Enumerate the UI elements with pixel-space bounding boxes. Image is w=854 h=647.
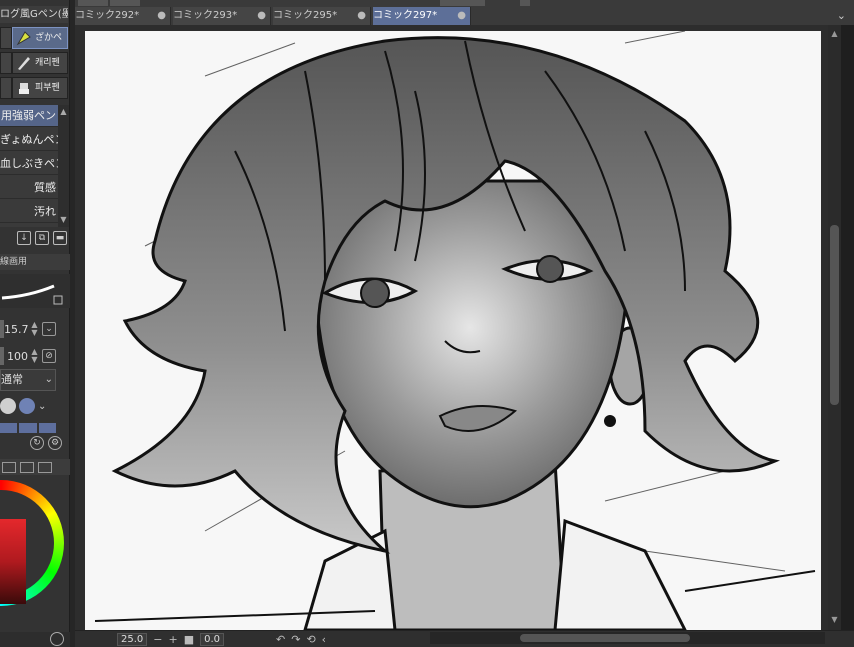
reset-icon[interactable]: ↻ (30, 436, 44, 450)
pen-icon (15, 54, 33, 72)
antialias-level-bar[interactable] (0, 423, 56, 433)
tab-label: コミック292* (75, 10, 140, 21)
tool-label: 피부펜 (35, 83, 60, 93)
document-tabs: コミック292* ● コミック293* ● コミック295* ● コミック297… (75, 7, 854, 25)
zoom-field[interactable]: 25.0 (117, 632, 148, 646)
subtool-scrollbar[interactable]: ▲ ▼ (58, 105, 69, 227)
opacity-dynamics-icon[interactable]: ⊘ (42, 349, 56, 363)
tab-comic297[interactable]: コミック297* ● (373, 7, 471, 25)
saturation-square[interactable] (0, 519, 26, 604)
opacity-row: 100 ▲ ▼ ⊘ (0, 346, 70, 366)
close-dot-icon[interactable]: ● (357, 7, 366, 25)
chevron-down-icon: ⌄ (44, 374, 53, 385)
artwork-illustration (94, 31, 816, 630)
tab-comic292[interactable]: コミック292* ● (75, 7, 171, 25)
subtool-list: 用強弱ペン ぎょぬんペン 血しぶきペン 質感 汚れ (0, 105, 58, 227)
toolbar-segment (440, 0, 485, 6)
reset-rotation-icon[interactable]: ⟲ (306, 633, 315, 646)
import-icon[interactable]: ↓ (17, 231, 31, 245)
zoom-out-button[interactable]: − (153, 633, 162, 646)
color-tab-icon[interactable] (2, 461, 16, 473)
drawing-canvas[interactable] (85, 31, 821, 630)
tool-button-left[interactable] (0, 77, 12, 99)
antialias-option-icon[interactable] (19, 398, 35, 414)
stop-button[interactable]: ■ (184, 633, 194, 646)
panel-footer (0, 632, 70, 647)
zoom-in-button[interactable]: + (168, 633, 177, 646)
tool-button-zakape[interactable]: ざかペ (12, 27, 68, 49)
chevron-down-icon[interactable]: ⌄ (38, 401, 46, 412)
blend-mode-select[interactable]: 通常 ⌄ (0, 369, 56, 391)
color-tab-icon[interactable] (20, 461, 34, 473)
subtool-item[interactable]: 質感 (0, 177, 58, 199)
rotate-right-icon[interactable]: ↷ (291, 633, 300, 646)
scroll-down-icon[interactable]: ▼ (59, 215, 68, 224)
app-window: ログ風Gペン(墨かす ざかペ 캐리펜 피부펜 用強弱ペン ぎょぬんペン 血しぶき… (0, 0, 854, 647)
tool-panel-title: ログ風Gペン(墨かす (0, 6, 68, 23)
tool-button-caripen[interactable]: 캐리펜 (12, 52, 68, 74)
subtool-item[interactable]: 汚れ (0, 201, 58, 223)
toolbar-segment (520, 0, 530, 6)
tab-label: コミック297* (373, 10, 438, 21)
brush-icon (15, 79, 33, 97)
tab-label: コミック295* (273, 10, 338, 21)
right-panel-edge (841, 25, 854, 630)
tab-comic293[interactable]: コミック293* ● (173, 7, 271, 25)
close-dot-icon[interactable]: ● (457, 7, 466, 25)
tool-label: ざかペ (35, 33, 63, 43)
color-panel-tabs (0, 459, 70, 475)
gear-icon[interactable] (50, 632, 64, 646)
blend-mode-value: 通常 (1, 373, 23, 386)
antialias-row: ⌄ (0, 394, 56, 418)
panel-settings: ↻ ⚙ (30, 436, 70, 454)
tool-property-title: 線画用 (0, 254, 70, 270)
brush-size-value[interactable]: 15.7 (4, 323, 30, 336)
scrollbar-thumb[interactable] (830, 225, 839, 405)
color-tab-icon[interactable] (38, 461, 52, 473)
trash-icon[interactable]: ▬ (53, 231, 67, 245)
rotate-left-icon[interactable]: ↶ (276, 633, 285, 646)
canvas-area[interactable] (75, 25, 828, 630)
tool-button-pibupen[interactable]: 피부펜 (12, 77, 68, 99)
spinner-icon[interactable]: ▲ ▼ (30, 321, 39, 337)
pen-nib-icon (15, 29, 33, 47)
tab-label: コミック293* (173, 10, 238, 21)
subtool-actions: ↓ ⧉ ▬ (0, 231, 70, 249)
spinner-icon[interactable]: ▲ ▼ (30, 348, 39, 364)
tool-panel: ログ風Gペン(墨かす ざかペ 캐리펜 피부펜 用強弱ペン ぎょぬんペン 血しぶき… (0, 0, 70, 647)
duplicate-icon[interactable]: ⧉ (35, 231, 49, 245)
tool-button-left[interactable] (0, 27, 12, 49)
toolbar-segment (78, 0, 108, 6)
canvas-horizontal-scrollbar[interactable] (430, 632, 825, 644)
wrench-icon[interactable]: ⚙ (48, 436, 62, 450)
scrollbar-thumb[interactable] (520, 634, 690, 642)
tool-button-left[interactable] (0, 52, 12, 74)
rotation-field[interactable]: 0.0 (200, 632, 225, 646)
chevron-down-icon[interactable]: ⌄ (837, 7, 846, 25)
scroll-down-icon[interactable]: ▼ (830, 615, 839, 624)
antialias-option-icon[interactable] (0, 398, 16, 414)
tool-label: 캐리펜 (35, 58, 60, 68)
brush-size-row: 15.7 ▲ ▼ ⌄ (0, 319, 70, 339)
close-dot-icon[interactable]: ● (157, 7, 166, 25)
subtool-item[interactable]: 血しぶきペン (0, 153, 58, 175)
toolbar-segment (110, 0, 140, 6)
top-toolbar-strip (0, 0, 854, 7)
scroll-up-icon[interactable]: ▲ (59, 107, 68, 116)
scroll-up-icon[interactable]: ▲ (830, 29, 839, 38)
brush-stroke-preview (0, 274, 70, 308)
subtool-item[interactable]: ぎょぬんペン (0, 129, 58, 151)
tab-comic295[interactable]: コミック295* ● (273, 7, 371, 25)
opacity-value[interactable]: 100 (4, 350, 30, 363)
canvas-vertical-scrollbar[interactable]: ▲ ▼ (828, 25, 841, 630)
size-dynamics-icon[interactable]: ⌄ (42, 322, 56, 336)
subtool-item[interactable]: 用強弱ペン (0, 105, 58, 127)
flip-icon[interactable]: ‹ (322, 633, 326, 646)
close-dot-icon[interactable]: ● (257, 7, 266, 25)
